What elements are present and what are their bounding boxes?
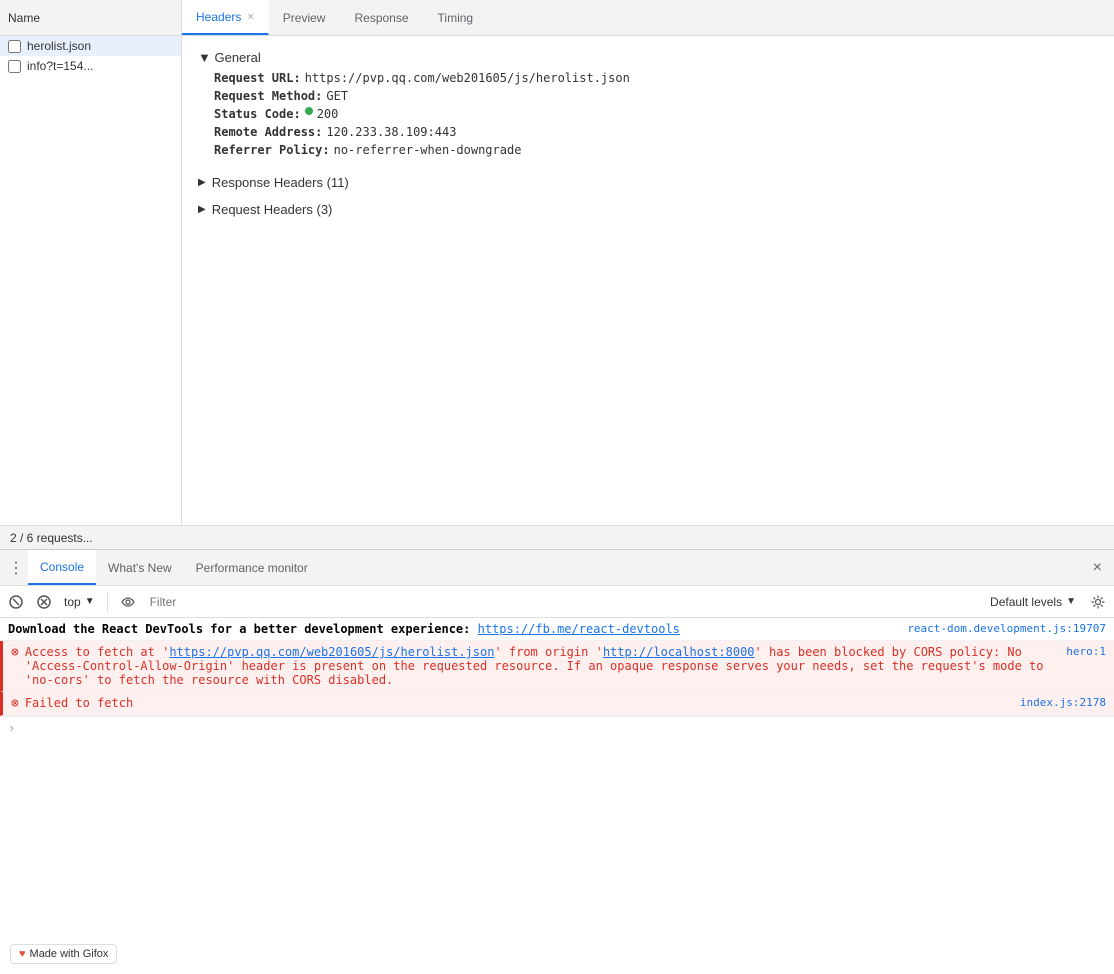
- console-message-failed: ⊗ Failed to fetch index.js:2178: [0, 692, 1114, 716]
- general-section-header[interactable]: ▼ General: [198, 44, 1098, 71]
- gifox-badge: ♥ Made with Gifox: [10, 944, 117, 964]
- failed-error-icon: ⊗: [11, 696, 19, 711]
- toolbar-divider: [107, 592, 108, 612]
- remote-address-row: Remote Address: 120.233.38.109:443: [198, 125, 1098, 139]
- status-code-value: 200: [317, 107, 339, 121]
- react-devtools-text: Download the React DevTools for a better…: [8, 622, 478, 636]
- log-levels-selector[interactable]: Default levels ▼: [984, 595, 1082, 609]
- clear-console-button[interactable]: [4, 590, 28, 614]
- request-url-row: Request URL: https://pvp.qq.com/web20160…: [198, 71, 1098, 85]
- request-method-value: GET: [326, 89, 348, 103]
- tab-preview[interactable]: Preview: [269, 0, 341, 35]
- status-dot: [305, 107, 313, 115]
- console-more-icon[interactable]: ⋮: [4, 558, 28, 578]
- file-item-herolist[interactable]: herolist.json: [0, 36, 181, 56]
- console-prompt: ›: [0, 716, 1114, 739]
- console-message-cors: ⊗ Access to fetch at 'https://pvp.qq.com…: [0, 641, 1114, 692]
- response-headers-section[interactable]: ▶ Response Headers (11): [198, 169, 1098, 196]
- remote-address-value: 120.233.38.109:443: [326, 125, 456, 139]
- cors-origin-url[interactable]: http://localhost:8000: [603, 645, 755, 659]
- remote-address-label: Remote Address:: [214, 125, 322, 139]
- failed-fetch-source[interactable]: index.js:2178: [1004, 696, 1106, 709]
- levels-dropdown-arrow: ▼: [1066, 596, 1076, 607]
- tab-performance-monitor[interactable]: Performance monitor: [184, 550, 320, 585]
- console-output: Download the React DevTools for a better…: [0, 618, 1114, 974]
- react-devtools-message: Download the React DevTools for a better…: [8, 622, 891, 636]
- network-main-content: herolist.json info?t=154... ▼ General Re…: [0, 36, 1114, 525]
- context-dropdown-arrow: ▼: [85, 596, 95, 607]
- cors-error-text1: Access to fetch at 'https://pvp.qq.com/w…: [25, 645, 1044, 687]
- request-url-label: Request URL:: [214, 71, 301, 85]
- console-message-react: Download the React DevTools for a better…: [0, 618, 1114, 641]
- filter-input[interactable]: [144, 593, 980, 611]
- cors-error-icon: ⊗: [11, 645, 19, 660]
- failed-fetch-content: Failed to fetch: [25, 696, 1004, 710]
- prompt-arrow: ›: [8, 721, 15, 735]
- console-tab-bar: ⋮ Console What's New Performance monitor…: [0, 550, 1114, 586]
- name-column-header: Name: [0, 0, 182, 35]
- stop-network-button[interactable]: [32, 590, 56, 614]
- referrer-policy-value: no-referrer-when-downgrade: [334, 143, 522, 157]
- referrer-policy-row: Referrer Policy: no-referrer-when-downgr…: [198, 143, 1098, 157]
- request-count: 2 / 6 requests...: [10, 531, 93, 545]
- file-checkbox-herolist[interactable]: [8, 40, 21, 53]
- file-item-info[interactable]: info?t=154...: [0, 56, 181, 76]
- request-headers-arrow: ▶: [198, 204, 206, 215]
- eye-icon[interactable]: [116, 590, 140, 614]
- headers-detail-panel: ▼ General Request URL: https://pvp.qq.co…: [182, 36, 1114, 525]
- close-headers-tab[interactable]: ×: [247, 11, 253, 23]
- failed-fetch-text: Failed to fetch: [25, 696, 133, 710]
- request-method-label: Request Method:: [214, 89, 322, 103]
- devtools-network-panel: Name Headers × Preview Response Timing h…: [0, 0, 1114, 550]
- react-message-source[interactable]: react-dom.development.js:19707: [891, 622, 1106, 635]
- referrer-policy-label: Referrer Policy:: [214, 143, 330, 157]
- network-status-bar: 2 / 6 requests...: [0, 525, 1114, 549]
- gifox-heart-icon: ♥: [19, 948, 26, 960]
- request-url-value: https://pvp.qq.com/web201605/js/herolist…: [305, 71, 630, 85]
- console-toolbar: top ▼ Default levels ▼: [0, 586, 1114, 618]
- cors-error-content: Access to fetch at 'https://pvp.qq.com/w…: [25, 645, 1050, 687]
- cors-fetch-url[interactable]: https://pvp.qq.com/web201605/js/herolist…: [169, 645, 494, 659]
- name-label: Name: [8, 11, 40, 25]
- request-headers-section[interactable]: ▶ Request Headers (3): [198, 196, 1098, 223]
- network-tabs: Headers × Preview Response Timing: [182, 0, 1114, 35]
- response-headers-arrow: ▶: [198, 177, 206, 188]
- context-selector[interactable]: top ▼: [60, 595, 99, 609]
- react-devtools-link[interactable]: https://fb.me/react-devtools: [478, 622, 680, 636]
- tab-headers[interactable]: Headers ×: [182, 0, 269, 35]
- status-code-label: Status Code:: [214, 107, 301, 121]
- close-console-button[interactable]: ×: [1085, 559, 1110, 577]
- gifox-label: Made with Gifox: [30, 948, 109, 960]
- settings-gear-button[interactable]: [1086, 590, 1110, 614]
- network-tab-bar: Name Headers × Preview Response Timing: [0, 0, 1114, 36]
- file-list-sidebar: herolist.json info?t=154...: [0, 36, 182, 525]
- tab-whats-new[interactable]: What's New: [96, 550, 184, 585]
- tab-timing[interactable]: Timing: [424, 0, 489, 35]
- file-checkbox-info[interactable]: [8, 60, 21, 73]
- console-panel: ⋮ Console What's New Performance monitor…: [0, 550, 1114, 974]
- cors-error-source[interactable]: hero:1: [1050, 645, 1106, 658]
- status-code-row: Status Code: 200: [198, 107, 1098, 121]
- tab-response[interactable]: Response: [340, 0, 423, 35]
- request-method-row: Request Method: GET: [198, 89, 1098, 103]
- tab-console[interactable]: Console: [28, 550, 96, 585]
